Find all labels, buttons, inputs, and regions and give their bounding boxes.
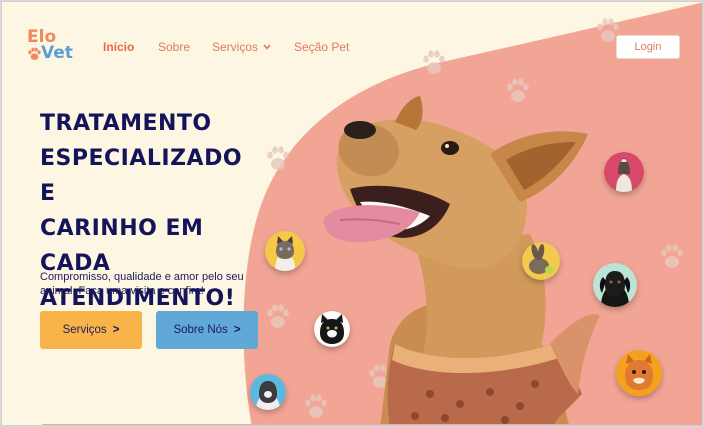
paw-icon bbox=[661, 244, 683, 268]
pet-avatar-dog-husky bbox=[250, 374, 286, 410]
nav-item-servicos-label: Serviços bbox=[212, 40, 259, 54]
pet-avatar-cat-orange bbox=[616, 350, 662, 396]
sobre-nos-button-label: Sobre Nós bbox=[173, 324, 228, 336]
chevron-right-icon: > bbox=[233, 324, 241, 336]
paw-icon bbox=[28, 47, 41, 60]
hero-subtitle: Compromisso, qualidade e amor pelo seu a… bbox=[40, 271, 244, 297]
chevron-down-icon bbox=[263, 44, 271, 50]
section-divider bbox=[42, 424, 682, 425]
page: Elo Vet Início Sobre Serviços Seção Pet … bbox=[1, 1, 703, 426]
paw-icon bbox=[267, 304, 289, 328]
pet-avatar-cat-siamese bbox=[265, 231, 305, 271]
hero-dog-image bbox=[323, 96, 600, 425]
headline-line: ESPECIALIZADO E bbox=[40, 146, 243, 206]
navbar: Elo Vet Início Sobre Serviços Seção Pet … bbox=[2, 2, 702, 92]
pet-avatar-dog-black bbox=[593, 263, 637, 307]
headline-line: TRATAMENTO bbox=[40, 111, 212, 136]
pet-avatar-dog-howling bbox=[604, 152, 644, 192]
pet-avatar-cat-tuxedo bbox=[314, 311, 350, 347]
nav-item-servicos[interactable]: Serviços bbox=[212, 40, 271, 54]
chevron-right-icon: > bbox=[112, 324, 120, 336]
nav-item-secao-pet[interactable]: Seção Pet bbox=[294, 40, 349, 54]
servicos-button[interactable]: Serviços > bbox=[40, 311, 142, 349]
paw-icon bbox=[267, 146, 289, 170]
servicos-button-label: Serviços bbox=[62, 324, 107, 336]
login-button[interactable]: Login bbox=[616, 35, 680, 59]
sobre-nos-button[interactable]: Sobre Nós > bbox=[156, 311, 258, 349]
nav-item-sobre[interactable]: Sobre bbox=[158, 40, 190, 54]
nav-item-inicio[interactable]: Início bbox=[103, 40, 134, 54]
logo[interactable]: Elo Vet bbox=[27, 29, 79, 65]
pet-avatar-rabbit bbox=[522, 242, 560, 280]
